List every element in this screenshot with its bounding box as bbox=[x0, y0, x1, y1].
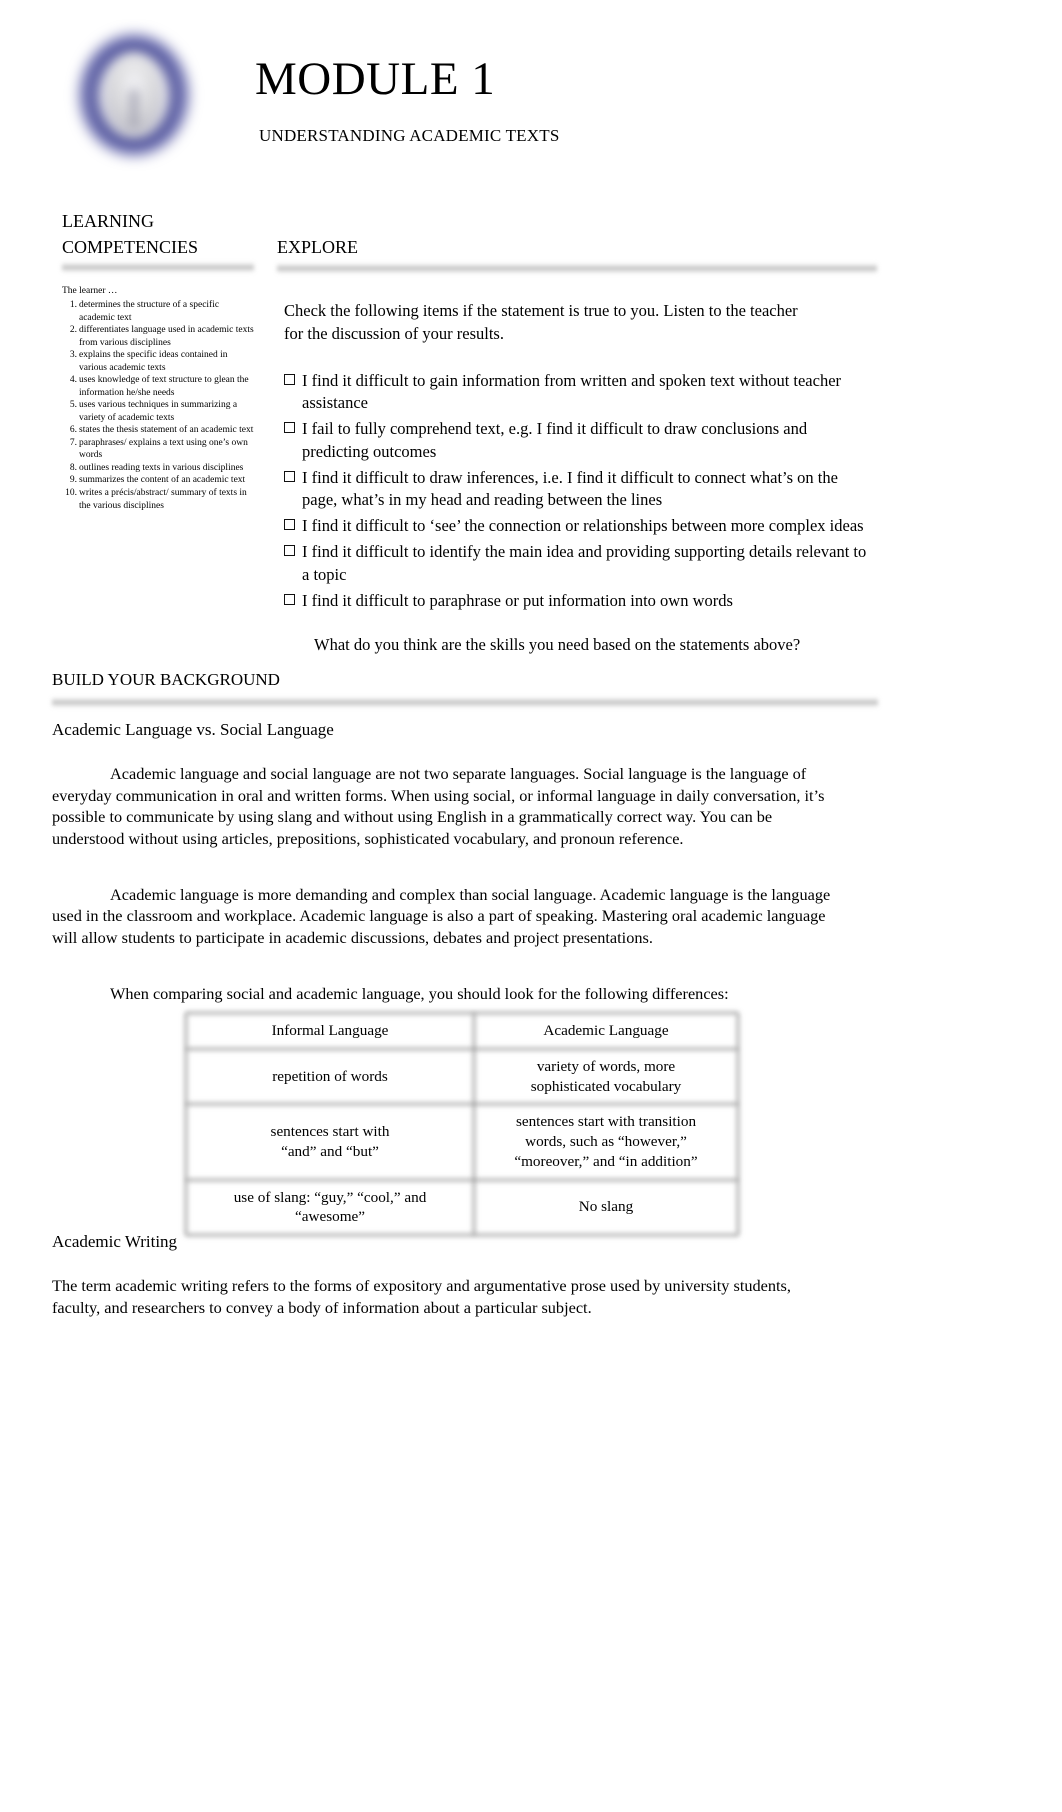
competency-number: 10. bbox=[65, 487, 77, 498]
explore-checklist: I find it difficult to gain information … bbox=[284, 370, 877, 613]
table-cell-academic: variety of words, more sophisticated voca… bbox=[530, 1057, 682, 1095]
competency-number: 1. bbox=[69, 300, 77, 310]
learning-competencies-heading: LEARNING COMPETENCIES bbox=[62, 211, 199, 258]
heading-underline-bar bbox=[52, 696, 878, 708]
table-header-row: Informal Language Academic Language bbox=[186, 1013, 738, 1049]
table-cell-informal: use of slang: “guy,” “cool,” and “awesome… bbox=[233, 1188, 427, 1226]
competency-item: 10. writes a précis/abstract/ summary of … bbox=[62, 487, 254, 512]
school-seal-logo-icon bbox=[66, 24, 202, 166]
build-background-heading: BUILD YOUR BACKGROUND bbox=[52, 670, 280, 689]
competency-item: 6. states the thesis statement of an acad… bbox=[62, 424, 254, 437]
logo-stem bbox=[127, 89, 141, 130]
checklist-item[interactable]: I find it difficult to identify the main… bbox=[284, 541, 877, 587]
competency-text: determines the structure of a specific a… bbox=[79, 300, 220, 323]
competency-text: uses various techniques in summarizing a… bbox=[79, 400, 238, 423]
table-row: sentences start with “and” and “but” sente… bbox=[186, 1104, 738, 1179]
checklist-item-label: I find it difficult to ‘see’ the connect… bbox=[302, 516, 864, 536]
competency-item: 1. determines the structure of a specific… bbox=[62, 299, 254, 324]
page-title: MODULE 1 bbox=[255, 53, 496, 105]
learning-competencies-section: LEARNING COMPETENCIES The learner … 1. de… bbox=[62, 208, 254, 512]
competency-item: 4. uses knowledge of text structure to gl… bbox=[62, 374, 254, 399]
checkbox-empty-icon[interactable] bbox=[284, 470, 295, 482]
checklist-item-label: I find it difficult to gain information … bbox=[302, 370, 842, 413]
table-cell-academic: No slang bbox=[578, 1198, 634, 1216]
checklist-item-label: I fail to fully comprehend text, e.g. I … bbox=[302, 419, 808, 461]
competency-number: 6. bbox=[69, 425, 77, 436]
checklist-item[interactable]: I find it difficult to paraphrase or put… bbox=[284, 590, 877, 613]
competency-text: states the thesis statement of an academ… bbox=[79, 425, 254, 436]
competency-number: 9. bbox=[69, 475, 77, 486]
page-subtitle: UNDERSTANDING ACADEMIC TEXTS bbox=[259, 126, 560, 146]
table-row: repetition of words variety of words, mor… bbox=[186, 1049, 738, 1105]
checklist-item-label: I find it difficult to paraphrase or put… bbox=[302, 590, 733, 610]
paragraph-1: Academic language and social language ar… bbox=[52, 764, 825, 849]
checklist-item[interactable]: I find it difficult to gain information … bbox=[284, 370, 877, 416]
heading-underline-bar bbox=[277, 263, 877, 275]
competency-text: differentiates language used in academic… bbox=[79, 325, 254, 348]
competency-text: outlines reading texts in various discip… bbox=[79, 462, 244, 473]
checkbox-empty-icon[interactable] bbox=[284, 544, 295, 556]
competency-number: 4. bbox=[69, 375, 77, 386]
explore-heading: EXPLORE bbox=[277, 237, 358, 257]
language-comparison-table-wrapper: Informal Language Academic Language repeti… bbox=[184, 1011, 740, 1237]
checkbox-empty-icon[interactable] bbox=[284, 519, 295, 531]
academic-writing-section: Academic Writing The term academic writi… bbox=[52, 1232, 882, 1318]
competency-item: 2. differentiates language used in academ… bbox=[62, 324, 254, 349]
table-header-cell: Informal Language bbox=[271, 1022, 389, 1039]
competency-number: 8. bbox=[69, 462, 77, 473]
competency-item: 8. outlines reading texts in various disc… bbox=[62, 462, 254, 475]
document-page: MODULE 1 UNDERSTANDING ACADEMIC TEXTS LE… bbox=[0, 0, 1062, 1812]
table-cell-academic: sentences start with transition words, su… bbox=[514, 1113, 698, 1170]
competency-text: summarizes the content of an academic te… bbox=[79, 475, 246, 486]
academic-writing-paragraph: The term academic writing refers to the … bbox=[52, 1276, 791, 1317]
checkbox-empty-icon[interactable] bbox=[284, 593, 295, 605]
academic-vs-social-subheading: Academic Language vs. Social Language bbox=[52, 720, 334, 739]
checklist-item[interactable]: I find it difficult to draw inferences, … bbox=[284, 467, 877, 513]
explore-instructions: Check the following items if the stateme… bbox=[284, 301, 798, 343]
paragraph-3: When comparing social and academic langu… bbox=[110, 983, 729, 1003]
table-cell-informal: sentences start with “and” and “but” bbox=[270, 1123, 390, 1160]
table-cell-informal: repetition of words bbox=[272, 1067, 388, 1085]
competency-text: uses knowledge of text structure to glea… bbox=[79, 375, 249, 398]
explore-section: EXPLORE Check the following items if the… bbox=[277, 234, 877, 657]
table-header-cell: Academic Language bbox=[543, 1022, 669, 1039]
checkbox-empty-icon[interactable] bbox=[284, 373, 295, 385]
competency-number: 5. bbox=[69, 400, 77, 411]
academic-writing-subheading: Academic Writing bbox=[52, 1232, 178, 1251]
heading-underline-bar bbox=[62, 262, 254, 274]
checklist-item[interactable]: I fail to fully comprehend text, e.g. I … bbox=[284, 418, 877, 464]
checklist-item-label: I find it difficult to draw inferences, … bbox=[302, 467, 838, 510]
explore-question: What do you think are the skills you nee… bbox=[314, 635, 801, 655]
build-background-section: BUILD YOUR BACKGROUND bbox=[52, 668, 878, 708]
checklist-item[interactable]: I find it difficult to ‘see’ the connect… bbox=[284, 515, 877, 538]
competency-text: writes a précis/abstract/ summary of tex… bbox=[79, 487, 247, 511]
title-block: MODULE 1 UNDERSTANDING ACADEMIC TEXTS bbox=[255, 53, 560, 146]
competency-number: 2. bbox=[69, 325, 77, 336]
checklist-item-label: I find it difficult to identify the main… bbox=[302, 541, 867, 584]
competency-number: 3. bbox=[69, 350, 77, 361]
table-row: use of slang: “guy,” “cool,” and “awesome… bbox=[186, 1180, 738, 1236]
paragraph-2: Academic language is more demanding and … bbox=[52, 884, 831, 948]
checkbox-empty-icon[interactable] bbox=[284, 422, 295, 434]
competency-item: 9. summarizes the content of an academic … bbox=[62, 474, 254, 487]
competency-text: paraphrases/ explains a text using one’s… bbox=[79, 437, 248, 461]
competency-number: 7. bbox=[69, 437, 77, 448]
competency-item: 7. paraphrases/ explains a text using one… bbox=[62, 437, 254, 462]
competency-text: explains the specific ideas contained in… bbox=[79, 350, 228, 373]
competencies-intro: The learner … bbox=[62, 286, 118, 297]
competencies-list: 1. determines the structure of a specific… bbox=[62, 299, 254, 512]
build-background-body: Academic Language vs. Social Language Ac… bbox=[52, 720, 882, 1004]
competency-item: 5. uses various techniques in summarizing… bbox=[62, 399, 254, 424]
document-header: MODULE 1 UNDERSTANDING ACADEMIC TEXTS bbox=[0, 0, 1062, 190]
competency-item: 3. explains the specific ideas contained … bbox=[62, 349, 254, 374]
language-comparison-table: Informal Language Academic Language repeti… bbox=[186, 1013, 738, 1235]
